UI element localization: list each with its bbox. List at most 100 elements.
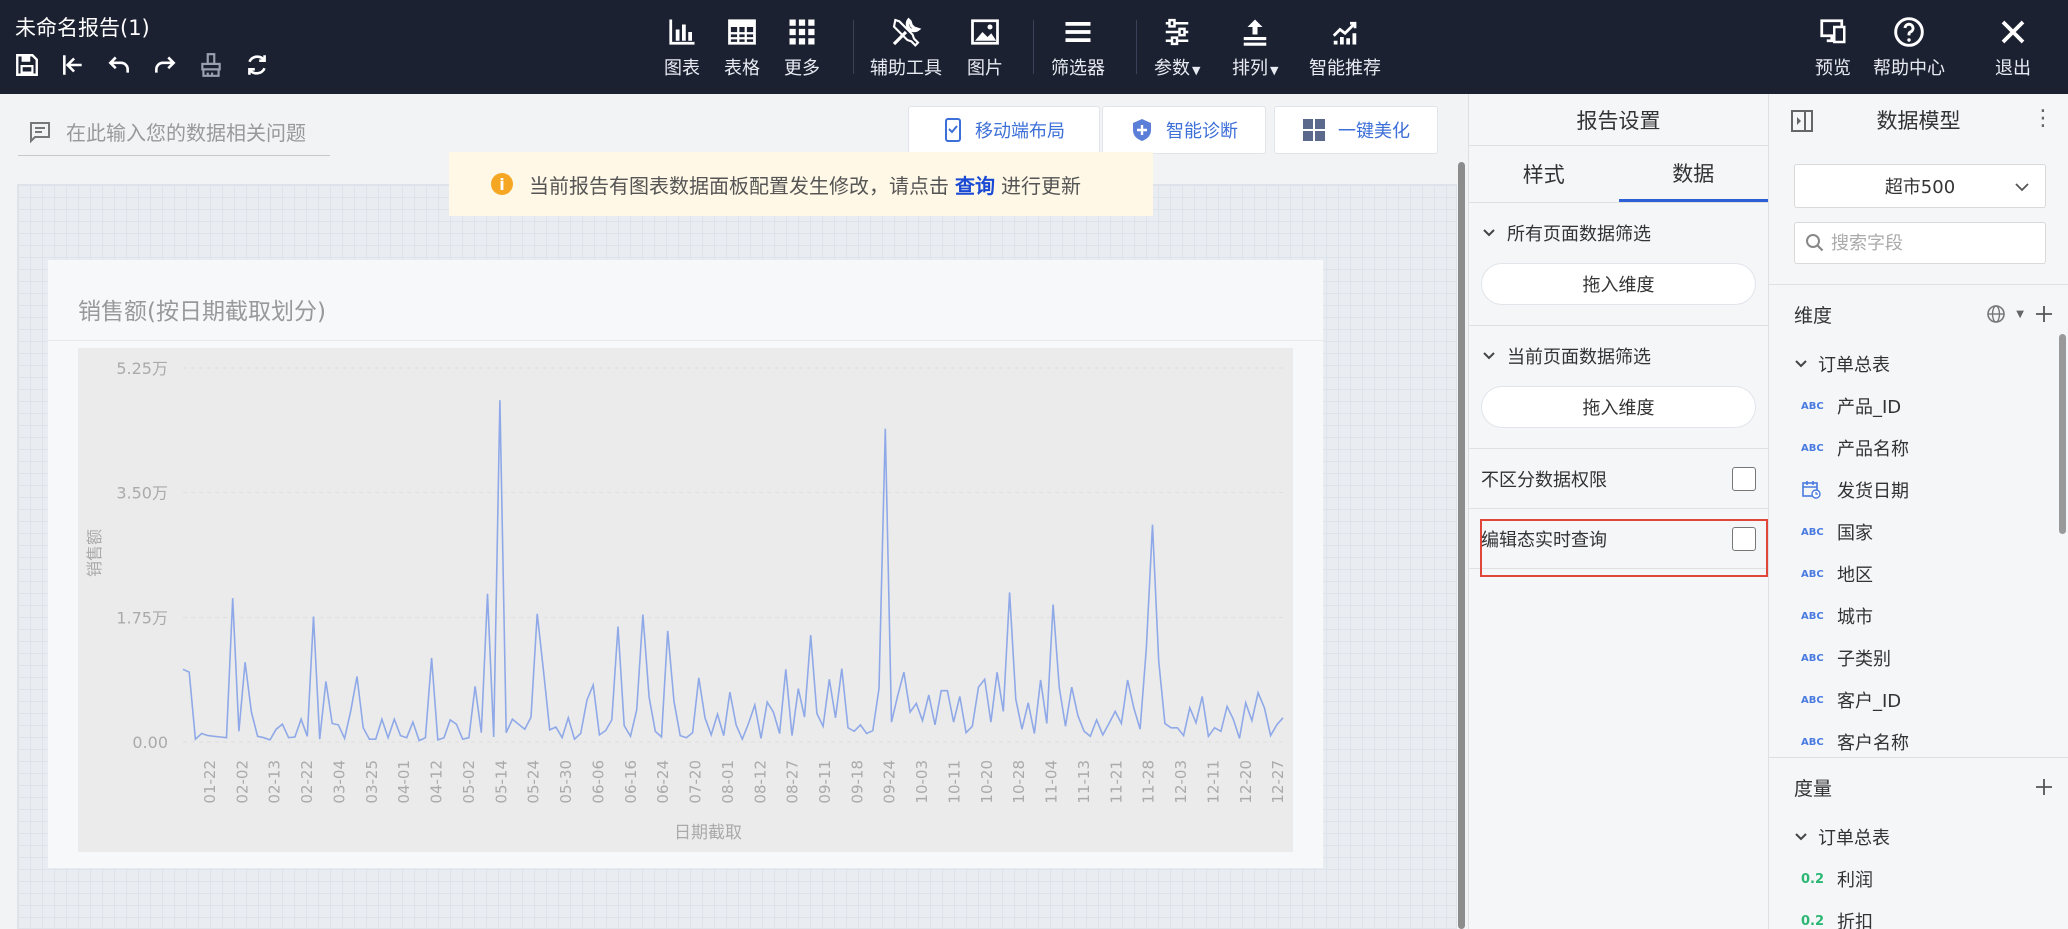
x-tick-label: 03-04 (331, 760, 349, 804)
toolbar-params-button[interactable]: 参数 ▼ (1154, 14, 1200, 80)
field-list-scrollbar[interactable] (2059, 334, 2066, 534)
toolbar-help-button[interactable]: 帮助中心 (1873, 14, 1945, 80)
arrange-icon (1240, 14, 1270, 50)
x-tick-label: 06-24 (654, 760, 672, 804)
toolbar-tools-button[interactable]: 辅助工具 (870, 14, 942, 80)
canvas-scrollbar[interactable] (1458, 162, 1465, 929)
toolbar-image-button[interactable]: 图片 (967, 14, 1003, 80)
field-search-box (1794, 222, 2046, 264)
current-page-filter-section: 当前页面数据筛选 拖入维度 (1469, 326, 1768, 449)
quick-actions (12, 50, 272, 80)
all-pages-filter-header[interactable]: 所有页面数据筛选 (1481, 203, 1756, 263)
dataset-select[interactable]: 超市500 (1794, 164, 2046, 208)
toolbar-exit-button[interactable]: 退出 (1995, 14, 2031, 80)
realtime-query-checkbox[interactable] (1732, 526, 1756, 551)
field-item[interactable]: ABC 客户名称 (1769, 721, 2068, 757)
image-icon (970, 14, 1000, 50)
format-brush-icon[interactable] (196, 50, 226, 80)
drop-dimension-all-pages[interactable]: 拖入维度 (1481, 263, 1756, 305)
drop-dimension-current-page[interactable]: 拖入维度 (1481, 386, 1756, 428)
x-tick-label: 11-04 (1043, 760, 1061, 804)
x-tick-label: 09-24 (881, 760, 899, 804)
number-type-icon: 0.2 (1801, 913, 1825, 929)
chart-title: 销售额(按日期截取划分) (78, 299, 326, 325)
more-vertical-icon[interactable]: ⋮ (2032, 106, 2054, 131)
field-item[interactable]: ABC 子类别 (1769, 637, 2068, 679)
field-item[interactable]: ABC 客户_ID (1769, 679, 2068, 721)
x-tick-label: 06-06 (589, 760, 607, 804)
x-tick-label: 04-12 (428, 760, 446, 804)
query-link[interactable]: 查询 (955, 170, 995, 199)
text-type-icon: ABC (1801, 400, 1824, 412)
dimension-list: 订单总表 ABC 产品_ID ABC 产品名称 发货日期 ABC 国家 ABC 地区 A… (1769, 343, 2068, 757)
x-tick-label: 03-25 (363, 760, 381, 804)
x-tick-label: 12-27 (1269, 760, 1287, 804)
x-tick-label: 08-12 (751, 760, 769, 804)
tab-data[interactable]: 数据 (1618, 146, 1768, 202)
sliders-icon (1162, 14, 1192, 50)
one-click-beautify-button[interactable]: 一键美化 (1274, 106, 1438, 154)
field-item[interactable]: ABC 地区 (1769, 553, 2068, 595)
message-icon (30, 121, 50, 143)
x-tick-label: 01-22 (201, 760, 219, 804)
add-measure-icon[interactable] (2034, 777, 2054, 797)
line-chart: 0.00 1.75万 3.50万 5.25万销售额 01-22 02-02 02-13 02-… (85, 359, 1287, 843)
field-item[interactable]: ABC 产品_ID (1769, 385, 2068, 427)
y-tick-label: 1.75万 (116, 608, 168, 627)
x-tick-label: 05-14 (492, 760, 510, 804)
divider (48, 340, 1323, 341)
field-item[interactable]: 0.2 利润 (1769, 858, 2068, 900)
current-page-filter-header[interactable]: 当前页面数据筛选 (1481, 326, 1756, 386)
refresh-icon[interactable] (242, 50, 272, 80)
chevron-down-icon (1795, 833, 1807, 841)
tab-style[interactable]: 样式 (1469, 146, 1619, 202)
series-line (182, 400, 1284, 742)
toolbar-chart-button[interactable]: 图表 (664, 14, 700, 80)
x-tick-label: 10-11 (946, 760, 964, 804)
toolbar-smart-recommend-button[interactable]: 智能推荐 (1309, 14, 1381, 80)
number-type-icon: 0.2 (1801, 871, 1825, 887)
field-item[interactable]: ABC 产品名称 (1769, 427, 2068, 469)
ask-question-input[interactable]: 在此输入您的数据相关问题 (18, 108, 330, 156)
field-item[interactable]: 0.2 折扣 (1769, 900, 2068, 929)
x-tick-label: 05-30 (557, 760, 575, 804)
save-icon[interactable] (12, 50, 42, 80)
no-permission-checkbox[interactable] (1732, 466, 1756, 491)
text-type-icon: ABC (1801, 526, 1824, 538)
x-tick-label: 09-11 (816, 760, 834, 804)
add-dimension-icon[interactable] (2034, 304, 2054, 324)
bar-chart-icon (667, 14, 697, 50)
report-title[interactable]: 未命名报告(1) (15, 12, 150, 42)
caret-down-icon[interactable]: ▼ (2016, 309, 2024, 320)
chart-card[interactable]: 销售额(按日期截取划分) 0.00 1.75万 3.50万 5.25万 销售额 01-22… (48, 260, 1323, 868)
undo-icon[interactable] (104, 50, 134, 80)
table-node-dimensions[interactable]: 订单总表 (1769, 343, 2068, 385)
field-item[interactable]: ABC 城市 (1769, 595, 2068, 637)
info-icon: i (491, 173, 513, 195)
x-tick-label: 11-13 (1075, 760, 1093, 804)
tools-icon (890, 14, 922, 50)
toolbar-table-button[interactable]: 表格 (724, 14, 760, 80)
toolbar-filter-button[interactable]: 筛选器 (1051, 14, 1105, 80)
table-node-measures[interactable]: 订单总表 (1769, 816, 2068, 858)
toolbar-more-button[interactable]: 更多 (784, 14, 820, 80)
toolbar-arrange-button[interactable]: 排列 ▼ (1232, 14, 1278, 80)
measures-header: 度量 (1769, 758, 2068, 816)
field-item[interactable]: 发货日期 (1769, 469, 2068, 511)
update-notice-banner: i 当前报告有图表数据面板配置发生修改，请点击 查询 进行更新 (449, 152, 1153, 216)
back-to-start-icon[interactable] (58, 50, 88, 80)
field-search-input[interactable] (1831, 232, 2031, 254)
globe-icon[interactable] (1986, 304, 2006, 324)
table-icon (727, 14, 757, 50)
mobile-layout-button[interactable]: 移动端布局 (908, 106, 1100, 154)
x-tick-label: 12-20 (1237, 760, 1255, 804)
report-settings-panel: 报告设置 样式 数据 所有页面数据筛选 拖入维度 当前页面数据筛选 拖入维度 不… (1468, 94, 1768, 929)
text-type-icon: ABC (1801, 610, 1824, 622)
collapse-panel-icon[interactable] (1791, 110, 1813, 132)
redo-icon[interactable] (150, 50, 180, 80)
field-item[interactable]: ABC 国家 (1769, 511, 2068, 553)
smart-diagnosis-button[interactable]: 智能诊断 (1102, 106, 1266, 154)
x-tick-label: 11-28 (1140, 760, 1158, 804)
y-tick-label: 0.00 (132, 733, 168, 752)
toolbar-preview-button[interactable]: 预览 (1815, 14, 1851, 80)
